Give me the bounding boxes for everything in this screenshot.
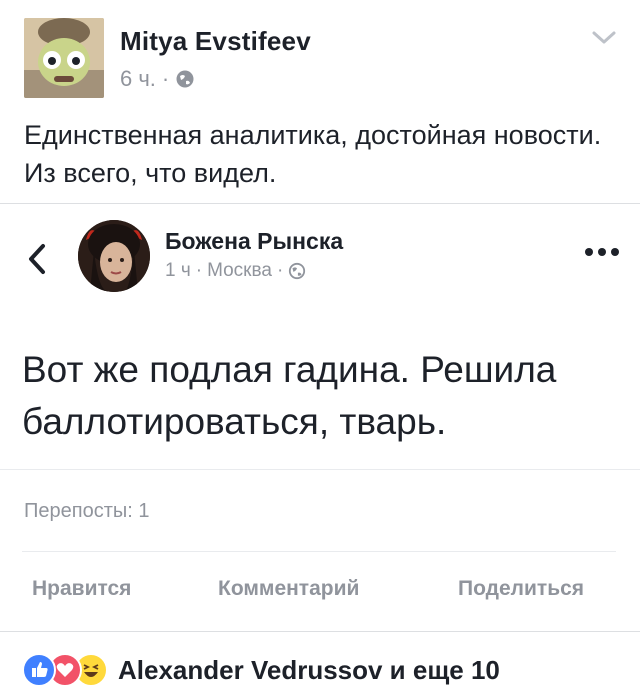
reposts-count[interactable]: Перепосты: 1	[24, 500, 149, 523]
shared-post-text: Вот же подлая гадина. Решила баллотирова…	[22, 349, 557, 442]
reactions-names[interactable]: Alexander Vedrussov и еще 10	[118, 655, 500, 686]
post-time[interactable]: 6 ч.	[120, 66, 156, 92]
shared-author-name[interactable]: Божена Рынска	[165, 228, 343, 255]
shared-meta: 1 ч · Москва ·	[165, 260, 306, 282]
divider	[22, 551, 616, 552]
reactions-summary[interactable]: Alexander Vedrussov и еще 10	[22, 650, 500, 690]
author-name[interactable]: Mitya Evstifeev	[120, 26, 311, 57]
dot	[611, 248, 619, 256]
divider	[0, 469, 640, 470]
meta-separator: ·	[161, 66, 170, 91]
like-icon	[22, 653, 56, 687]
post-text: Единственная аналитика, достойная новост…	[24, 120, 602, 188]
share-button[interactable]: Поделиться	[458, 577, 584, 601]
divider	[0, 631, 640, 632]
dot	[585, 248, 593, 256]
author-avatar[interactable]	[24, 18, 104, 98]
shared-author-avatar[interactable]	[78, 220, 150, 292]
comment-button[interactable]: Комментарий	[218, 577, 359, 601]
more-options-icon[interactable]	[585, 248, 621, 260]
chevron-down-icon[interactable]	[590, 28, 618, 48]
shared-location[interactable]: Москва	[207, 260, 272, 282]
back-arrow-icon[interactable]	[26, 242, 48, 276]
like-button[interactable]: Нравится	[32, 577, 131, 601]
shared-post-card: Божена Рынска 1 ч · Москва · Вот же подл…	[0, 203, 640, 633]
dot	[598, 248, 606, 256]
avatar-image	[78, 220, 150, 292]
avatar-image	[24, 18, 104, 98]
post-header: Mitya Evstifeev 6 ч. ·	[0, 0, 640, 110]
meta-separator: ·	[276, 260, 284, 281]
post-meta: 6 ч. ·	[120, 66, 195, 92]
globe-icon	[289, 262, 306, 280]
meta-separator: ·	[195, 260, 203, 281]
shared-time[interactable]: 1 ч	[165, 260, 191, 282]
globe-icon	[176, 70, 194, 88]
